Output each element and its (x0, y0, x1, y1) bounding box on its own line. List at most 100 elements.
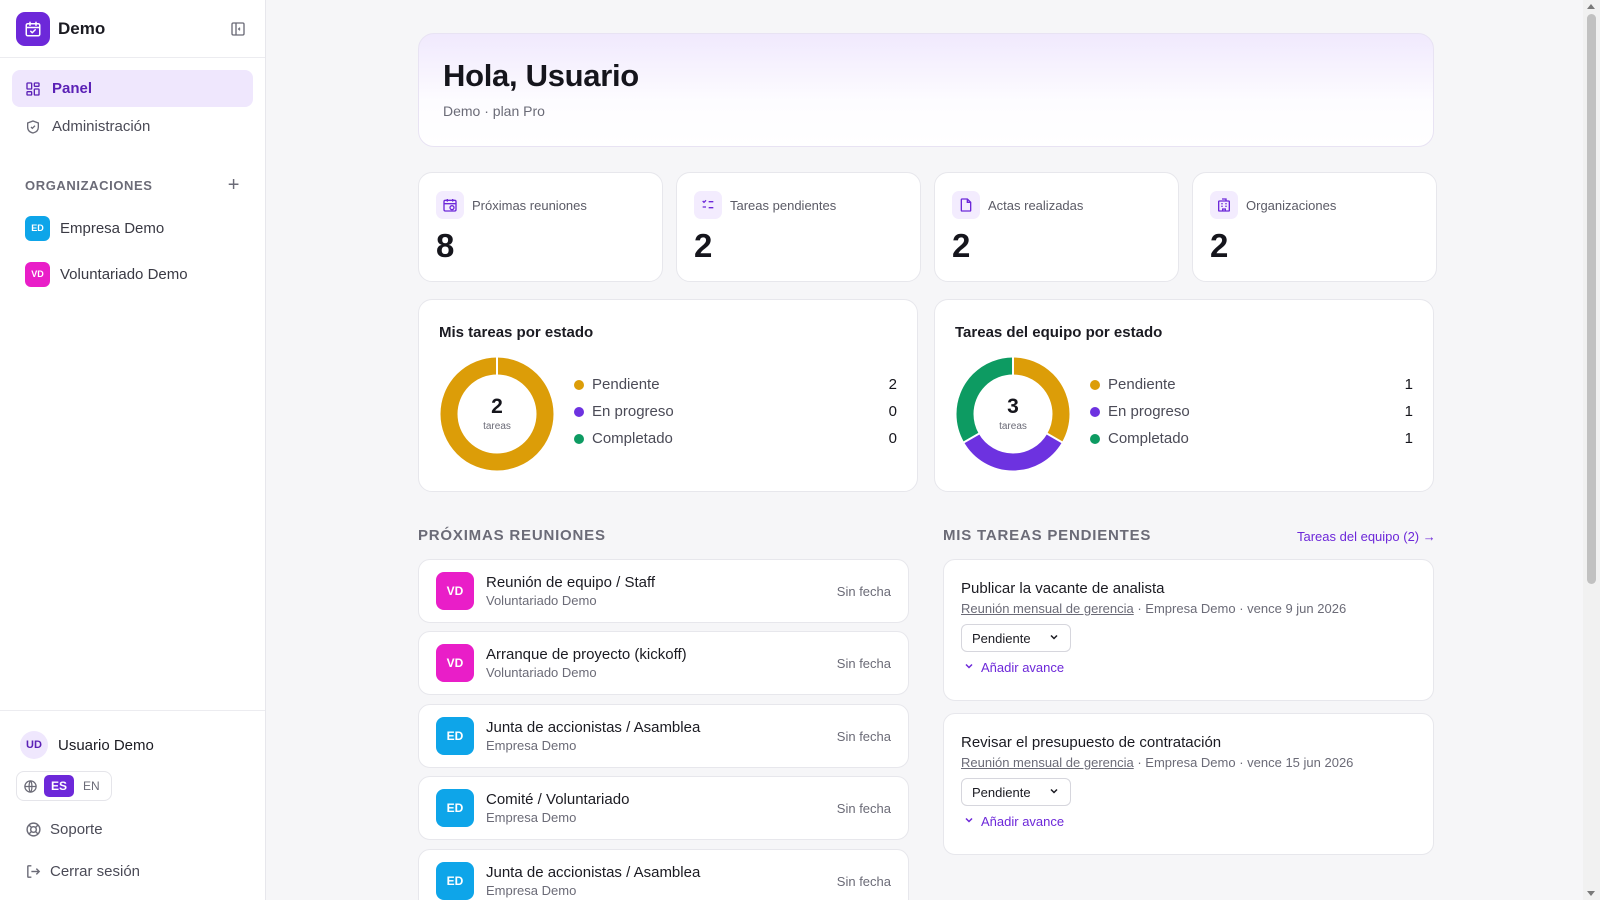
checklist-icon (694, 191, 722, 219)
meeting-row[interactable]: ED Comité / Voluntariado Empresa Demo Si… (418, 776, 909, 840)
org-item[interactable]: ED Empresa Demo (0, 205, 265, 251)
meeting-row[interactable]: ED Junta de accionistas / Asamblea Empre… (418, 849, 909, 900)
task-title: Revisar el presupuesto de contratación (961, 734, 1222, 751)
meeting-org: Empresa Demo (486, 738, 577, 753)
legend-dot-progress (1090, 406, 1100, 417)
org-badge: VD (25, 261, 50, 287)
legend-row: Pendiente 2 (574, 371, 897, 398)
stat-value: 2 (694, 227, 713, 264)
legend-dot-progress (574, 406, 584, 417)
task-meta: Reunión mensual de gerencia · Empresa De… (961, 755, 1416, 770)
page-scrollbar[interactable] (1583, 0, 1600, 900)
legend-dot-done (574, 433, 584, 444)
support-link[interactable]: Soporte (16, 809, 249, 849)
stat-label: Organizaciones (1246, 197, 1337, 213)
task-meeting-link[interactable]: Reunión mensual de gerencia (961, 755, 1134, 770)
org-name: Empresa Demo (60, 219, 165, 237)
meeting-org: Voluntariado Demo (486, 593, 597, 608)
building-icon (1210, 191, 1238, 219)
nav-item-panel[interactable]: Panel (12, 70, 253, 107)
stat-card-minutes[interactable]: Actas realizadas 2 (934, 172, 1179, 282)
legend-dot-done (1090, 433, 1100, 444)
user-menu[interactable]: UD Usuario Demo (16, 729, 249, 761)
org-item[interactable]: VD Voluntariado Demo (0, 251, 265, 297)
task-status-select[interactable]: Pendiente (961, 778, 1071, 806)
my-tasks-chart-title: Mis tareas por estado (439, 324, 594, 341)
task-status-select[interactable]: Pendiente (961, 624, 1071, 652)
add-progress-label: Añadir avance (981, 660, 1065, 675)
scroll-down-icon[interactable] (1587, 891, 1595, 896)
avatar: UD (20, 731, 48, 759)
task-status-value: Pendiente (972, 784, 1031, 800)
meeting-row[interactable]: ED Junta de accionistas / Asamblea Empre… (418, 704, 909, 768)
lifebuoy-icon (24, 820, 42, 838)
stat-card-organizations[interactable]: Organizaciones 2 (1192, 172, 1437, 282)
lang-es-button[interactable]: ES (44, 775, 75, 797)
stat-card-pending-tasks[interactable]: Tareas pendientes 2 (676, 172, 921, 282)
chevron-down-icon (1048, 631, 1060, 646)
meeting-date: Sin fecha (836, 728, 891, 744)
donut-total: 2 (491, 395, 503, 418)
user-name: Usuario Demo (58, 736, 154, 754)
legend-label: Pendiente (592, 376, 660, 393)
support-label: Soporte (50, 820, 103, 838)
sidebar-header: Demo (0, 0, 265, 58)
sidebar-footer: UD Usuario Demo ES EN Soporte Cerrar ses… (0, 710, 265, 900)
stat-card-meetings[interactable]: Próximas reuniones 8 (418, 172, 663, 282)
page-title: Hola, Usuario (443, 58, 639, 93)
logout-label: Cerrar sesión (50, 862, 141, 880)
add-organization-icon[interactable]: + (228, 175, 240, 195)
legend-value: 0 (888, 403, 897, 420)
meeting-date: Sin fecha (836, 583, 891, 599)
task-meeting-link[interactable]: Reunión mensual de gerencia (961, 601, 1134, 616)
lang-en-button[interactable]: EN (76, 775, 107, 797)
nav-item-admin-label: Administración (52, 118, 151, 135)
document-icon (952, 191, 980, 219)
task-card: Revisar el presupuesto de contratación R… (943, 713, 1434, 855)
org-badge: ED (436, 862, 474, 900)
main-nav: Panel Administración (0, 58, 265, 145)
logout-link[interactable]: Cerrar sesión (16, 851, 249, 891)
meeting-row[interactable]: VD Arranque de proyecto (kickoff) Volunt… (418, 631, 909, 695)
stat-value: 8 (436, 227, 455, 264)
pending-tasks-heading: MIS TAREAS PENDIENTES (943, 527, 1152, 544)
meeting-row[interactable]: VD Reunión de equipo / Staff Voluntariad… (418, 559, 909, 623)
legend-value: 1 (1404, 376, 1413, 393)
app-name: Demo (58, 18, 106, 38)
meeting-org: Voluntariado Demo (486, 665, 597, 680)
nav-item-admin[interactable]: Administración (12, 108, 253, 145)
add-progress-toggle[interactable]: Añadir avance (961, 814, 1416, 829)
nav-item-panel-label: Panel (52, 80, 93, 97)
my-tasks-donut: 2 tareas (439, 356, 555, 472)
calendar-logo-icon[interactable] (16, 11, 50, 46)
task-title: Publicar la vacante de analista (961, 580, 1165, 597)
chevron-down-icon (963, 660, 975, 675)
donut-total-label: tareas (483, 421, 511, 432)
calendar-icon (436, 191, 464, 219)
team-tasks-link[interactable]: Tareas del equipo (2) → (1297, 529, 1436, 544)
legend-label: En progreso (592, 403, 674, 420)
globe-icon (23, 779, 38, 794)
orgs-heading: ORGANIZACIONES (25, 177, 153, 193)
chevron-down-icon (1048, 785, 1060, 800)
meeting-date: Sin fecha (836, 800, 891, 816)
org-badge: ED (436, 789, 474, 827)
task-meta-text: · Empresa Demo · vence 9 jun 2026 (1133, 601, 1347, 616)
legend-row: Completado 1 (1090, 425, 1413, 452)
legend-label: Completado (1108, 430, 1189, 447)
sidebar-collapse-icon[interactable] (227, 18, 249, 40)
add-progress-toggle[interactable]: Añadir avance (961, 660, 1416, 675)
task-meta: Reunión mensual de gerencia · Empresa De… (961, 601, 1416, 616)
scrollbar-thumb[interactable] (1587, 14, 1596, 584)
meeting-date: Sin fecha (836, 873, 891, 889)
meeting-org: Empresa Demo (486, 810, 577, 825)
scroll-up-icon[interactable] (1587, 4, 1595, 9)
my-tasks-legend: Pendiente 2 En progreso 0 Completado 0 (574, 371, 897, 452)
task-status-value: Pendiente (972, 630, 1031, 646)
chevron-down-icon (963, 814, 975, 829)
welcome-banner: Hola, Usuario Demo · plan Pro (418, 33, 1434, 147)
stat-label: Tareas pendientes (730, 197, 837, 213)
legend-dot-pending (574, 379, 584, 390)
team-tasks-legend: Pendiente 1 En progreso 1 Completado 1 (1090, 371, 1413, 452)
meeting-title: Comité / Voluntariado (486, 791, 630, 808)
